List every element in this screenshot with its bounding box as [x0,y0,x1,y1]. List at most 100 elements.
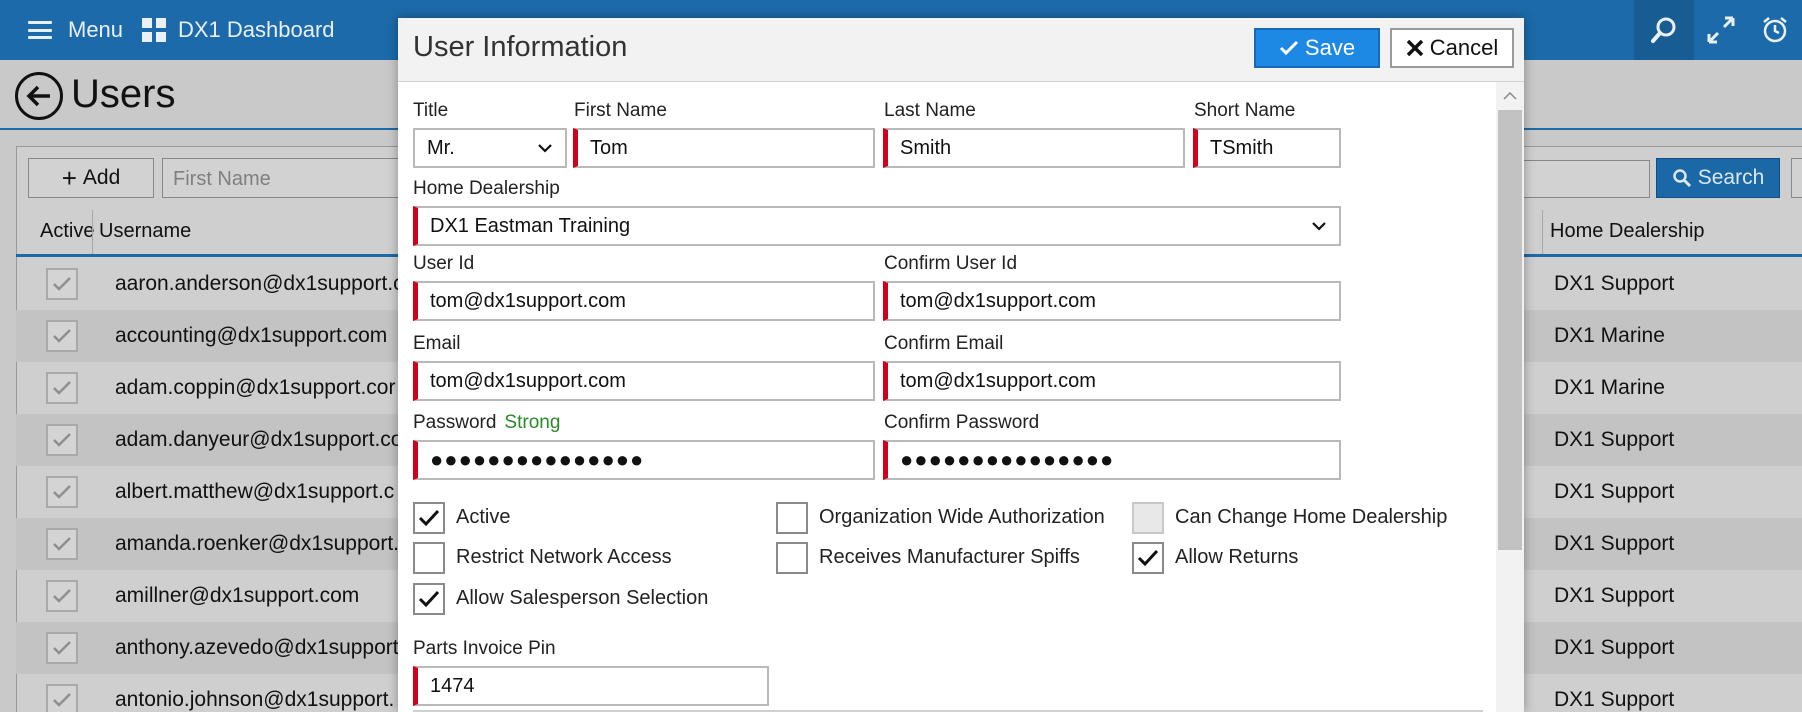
more-button[interactable] [1791,158,1802,198]
title-select[interactable]: Mr. [413,128,567,168]
column-header-active[interactable]: Active [40,210,94,252]
add-label: Add [82,166,121,189]
receives-manufacturer-spiffs-label: Receives Manufacturer Spiffs [819,546,1080,568]
row-active-checkbox[interactable] [46,372,78,404]
check-icon [53,433,71,447]
confirm-user-id-label: Confirm User Id [884,253,1018,274]
short-name-field[interactable]: TSmith [1193,128,1341,168]
row-username: anthony.azevedo@dx1support [115,636,399,659]
parts-invoice-pin-label: Parts Invoice Pin [413,638,556,659]
user-information-dialog: User Information Save Cancel Title First… [398,18,1524,712]
confirm-password-field[interactable]: ●●●●●●●●●●●●●●● [883,440,1341,480]
first-name-field[interactable]: Tom [573,128,875,168]
confirm-user-id-field[interactable]: tom@dx1support.com [883,281,1341,321]
row-home-dealership: DX1 Support [1554,272,1675,295]
email-label: Email [413,333,461,354]
organization-wide-authorization-checkbox[interactable] [776,502,808,534]
cancel-button[interactable]: Cancel [1390,28,1514,68]
first-name-label: First Name [574,100,667,121]
password-label: Password Strong [413,412,560,434]
dialog-title: User Information [413,31,628,63]
row-active-checkbox[interactable] [46,268,78,300]
row-home-dealership: DX1 Marine [1554,376,1665,399]
add-user-button[interactable]: + Add [28,158,154,198]
password-label-text: Password [413,412,497,433]
column-divider [92,210,93,254]
hamburger-icon [28,21,52,39]
fullscreen-button[interactable] [1694,0,1748,60]
restrict-network-access-label: Restrict Network Access [456,546,672,568]
user-id-label: User Id [413,253,475,274]
email-field[interactable]: tom@dx1support.com [413,361,875,401]
check-icon [1137,549,1159,567]
save-label: Save [1304,35,1356,60]
column-header-home-dealership[interactable]: Home Dealership [1550,210,1705,252]
password-field[interactable]: ●●●●●●●●●●●●●●● [413,440,875,480]
search-users-button[interactable]: Search [1656,158,1780,198]
last-name-field[interactable]: Smith [883,128,1185,168]
dialog-scrollbar[interactable] [1496,82,1524,712]
row-username: accounting@dx1support.com [115,324,388,347]
allow-returns-label: Allow Returns [1175,546,1299,568]
filter-input[interactable] [1520,160,1650,198]
confirm-password-label: Confirm Password [884,412,1040,433]
scroll-up-button[interactable] [1496,82,1524,110]
home-dealership-value: DX1 Eastman Training [430,214,631,237]
home-dealership-label: Home Dealership [413,178,560,199]
search-button[interactable] [1634,0,1694,60]
row-active-checkbox[interactable] [46,528,78,560]
parts-invoice-pin-field[interactable]: 1474 [413,666,769,706]
dashboard-grid-icon [142,18,166,42]
row-active-checkbox[interactable] [46,424,78,456]
save-button[interactable]: Save [1254,28,1380,68]
home-dealership-select[interactable]: DX1 Eastman Training [413,206,1341,246]
row-username: amillner@dx1support.com [115,584,360,607]
can-change-home-dealership-checkbox[interactable] [1132,502,1164,534]
active-checkbox[interactable] [413,502,445,534]
restrict-network-access-checkbox[interactable] [413,542,445,574]
organization-wide-authorization-label: Organization Wide Authorization [819,506,1105,528]
confirm-email-field[interactable]: tom@dx1support.com [883,361,1341,401]
page-title: Users [71,72,176,116]
row-home-dealership: DX1 Support [1554,480,1675,503]
column-divider [1542,210,1543,254]
allow-salesperson-selection-checkbox[interactable] [413,583,445,615]
cancel-label: Cancel [1429,35,1499,60]
expand-icon [1707,16,1735,44]
dashboard-link[interactable]: DX1 Dashboard [142,0,335,60]
check-icon [53,537,71,551]
row-home-dealership: DX1 Marine [1554,324,1665,347]
row-home-dealership: DX1 Support [1554,584,1675,607]
column-header-username[interactable]: Username [99,210,191,252]
check-icon [418,590,440,608]
back-button[interactable] [15,72,63,120]
row-active-checkbox[interactable] [46,632,78,664]
receives-manufacturer-spiffs-checkbox[interactable] [776,542,808,574]
row-username: albert.matthew@dx1support.c [115,480,395,503]
check-icon [53,277,71,291]
active-checkbox-label: Active [456,506,511,528]
row-active-checkbox[interactable] [46,476,78,508]
first-name-filter-input[interactable]: First Name [162,158,402,198]
user-id-field[interactable]: tom@dx1support.com [413,281,875,321]
allow-salesperson-selection-label: Allow Salesperson Selection [456,587,709,609]
scrollbar-thumb[interactable] [1498,110,1522,550]
allow-returns-checkbox[interactable] [1132,542,1164,574]
can-change-home-dealership-label: Can Change Home Dealership [1175,506,1448,528]
row-home-dealership: DX1 Support [1554,636,1675,659]
row-active-checkbox[interactable] [46,580,78,612]
alarm-button[interactable] [1748,0,1802,60]
row-username: adam.danyeur@dx1support.co [115,428,403,451]
check-icon [53,641,71,655]
row-active-checkbox[interactable] [46,684,78,712]
check-icon [53,589,71,603]
menu-button[interactable]: Menu [28,0,123,60]
row-username: amanda.roenker@dx1support. [115,532,399,555]
close-icon [1406,39,1423,57]
chevron-down-icon [538,144,552,153]
row-active-checkbox[interactable] [46,320,78,352]
check-icon [53,485,71,499]
last-name-label: Last Name [884,100,976,121]
check-icon [53,693,71,707]
row-username: antonio.johnson@dx1support. [115,688,395,711]
